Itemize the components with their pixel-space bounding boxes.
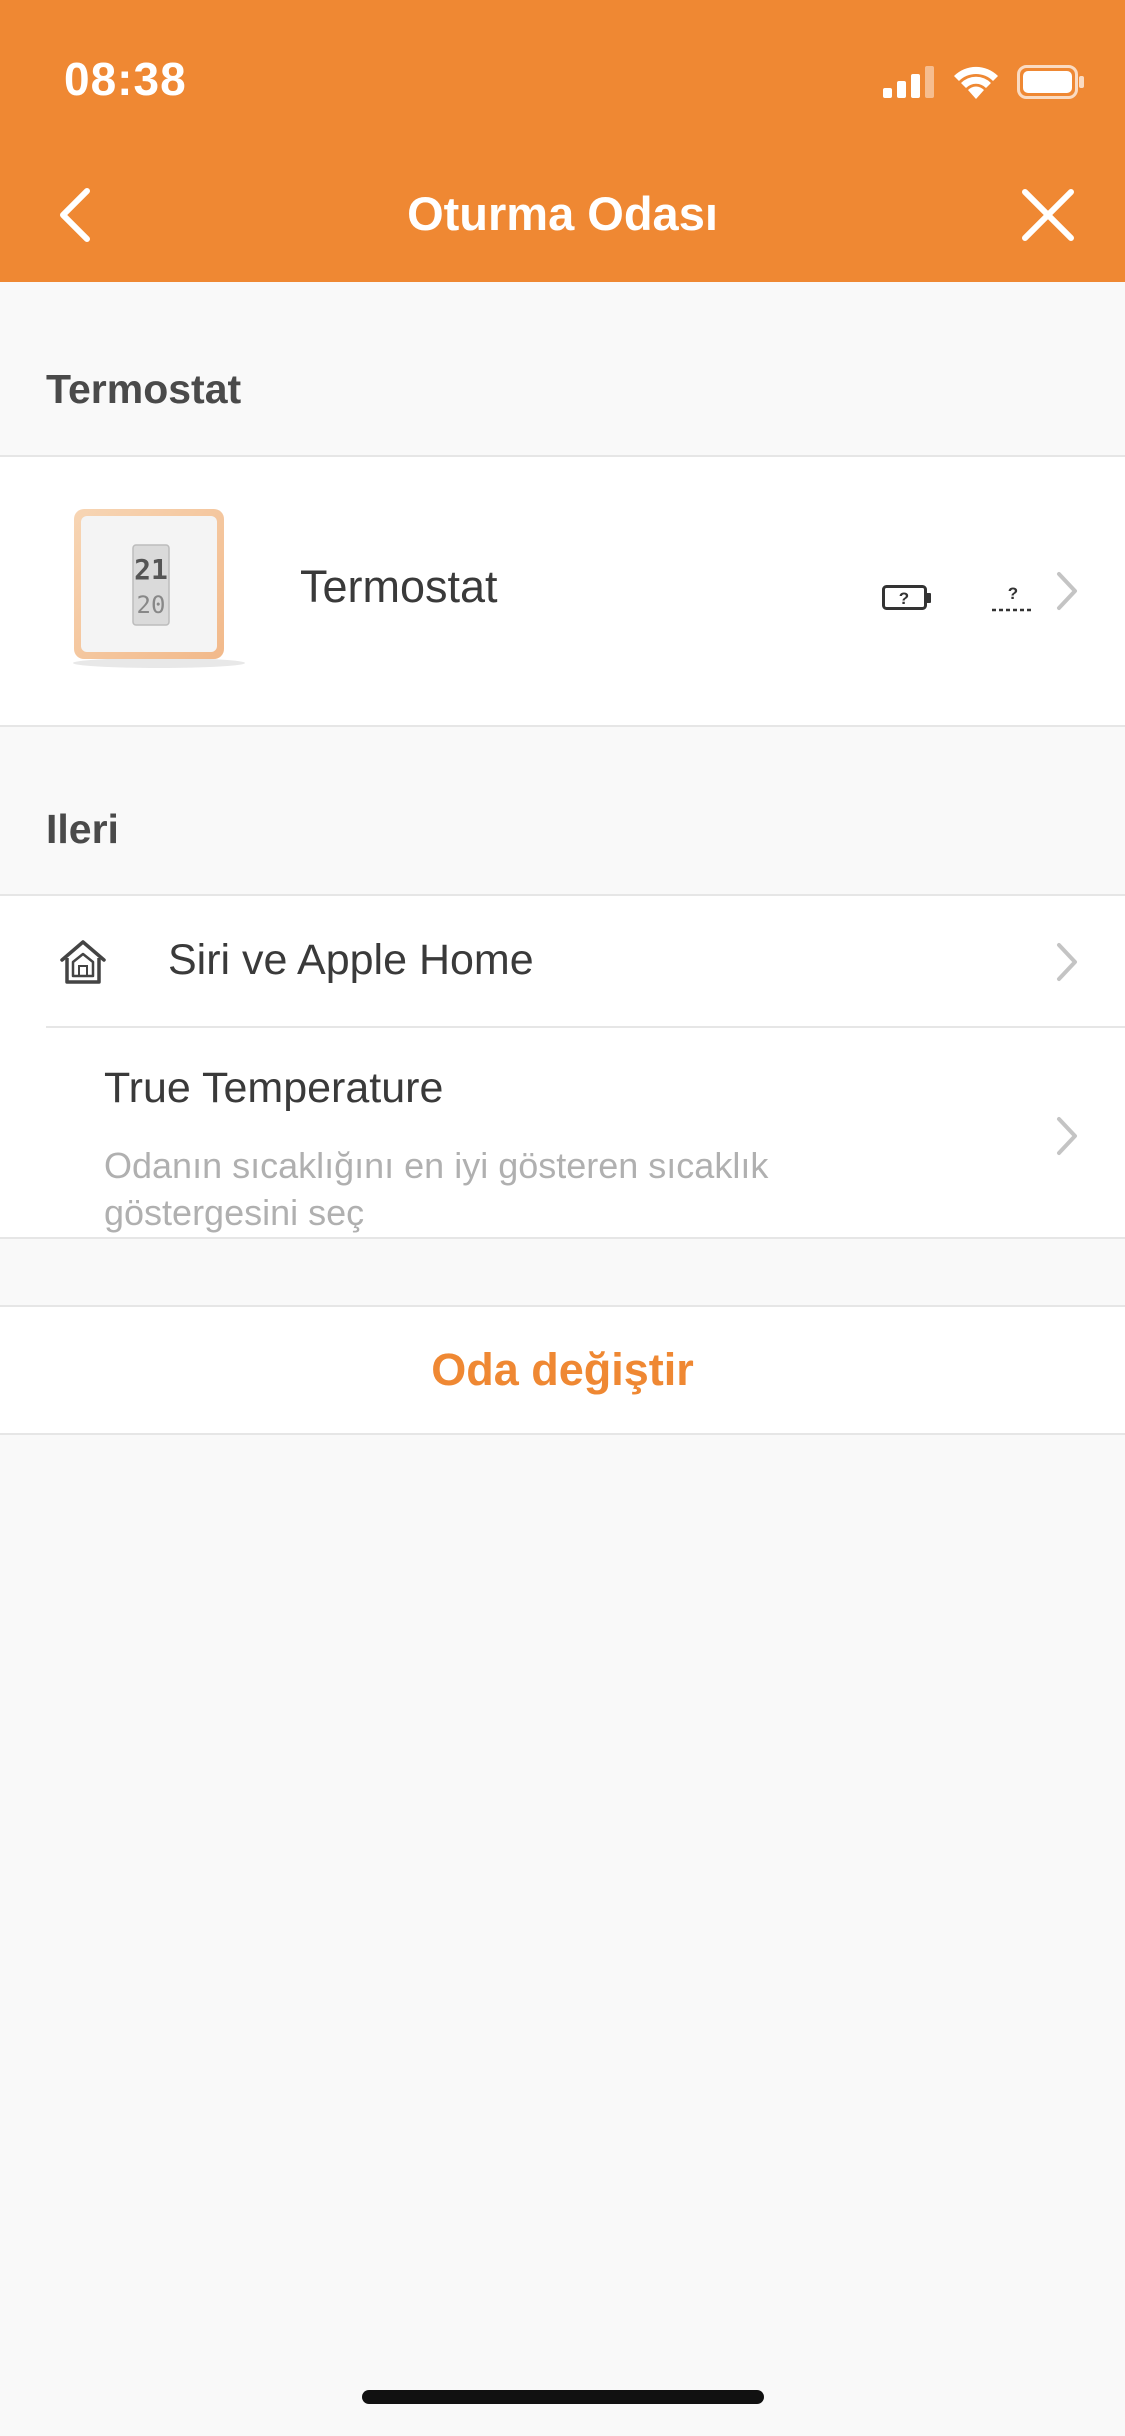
- chevron-right-icon: [1057, 572, 1077, 610]
- device-row-thermostat[interactable]: 21 20 Termostat ? ?: [0, 455, 1125, 727]
- close-button[interactable]: [1015, 182, 1081, 248]
- wifi-icon: [954, 66, 998, 99]
- change-room-button[interactable]: Oda değiştir: [0, 1305, 1125, 1435]
- battery-status-icon: ?: [882, 585, 931, 610]
- signal-status-text: ?: [1008, 584, 1018, 603]
- list-item-label: True Temperature: [104, 1064, 444, 1112]
- thermostat-display-setpoint: 21: [134, 553, 168, 586]
- device-name: Termostat: [300, 561, 498, 612]
- navigation-header: 08:38 Oturma Odası: [0, 0, 1125, 282]
- advanced-settings-list: Siri ve Apple Home True Temperature Odan…: [0, 894, 1125, 1239]
- thermostat-display-current: 20: [137, 591, 166, 619]
- signal-status-icon: ?: [992, 584, 1032, 612]
- chevron-right-icon: [1057, 943, 1077, 981]
- list-item-description: Odanın sıcaklığını en iyi gösteren sıcak…: [104, 1145, 769, 1233]
- status-time: 08:38: [64, 53, 187, 105]
- close-icon: [1022, 189, 1074, 241]
- section-header-advanced: Ileri: [46, 806, 119, 852]
- battery-status-text: ?: [899, 589, 909, 608]
- battery-icon: [1017, 65, 1084, 99]
- status-icons: [883, 60, 1085, 104]
- thermostat-device-image: 21 20: [73, 509, 245, 668]
- home-indicator: [362, 2390, 764, 2404]
- chevron-right-icon: [1057, 1117, 1077, 1155]
- cellular-signal-icon: [883, 66, 934, 98]
- section-header-thermostat: Termostat: [46, 366, 242, 412]
- home-icon: [60, 940, 106, 984]
- list-item-siri-apple-home[interactable]: Siri ve Apple Home: [0, 896, 1125, 1026]
- page-title: Oturma Odası: [407, 187, 718, 240]
- screen: 08:38 Oturma Odası Termostat 21 20 Termo…: [0, 0, 1125, 2436]
- list-item-label: Siri ve Apple Home: [168, 936, 534, 984]
- list-item-true-temperature[interactable]: True Temperature Odanın sıcaklığını en i…: [0, 1028, 1125, 1238]
